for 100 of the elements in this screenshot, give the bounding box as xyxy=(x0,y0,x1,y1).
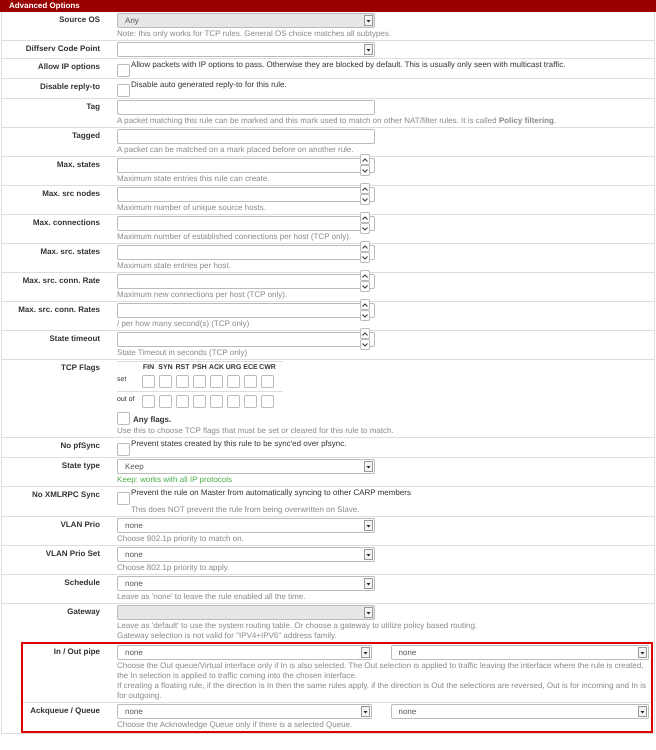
help-text: Choose the Acknowledge Queue only if there is a selected Queue. xyxy=(117,720,354,730)
checkbox-label: Prevent states created by this rule to be sync'ed over pfsync. xyxy=(131,439,346,449)
help-text: State Timeout in seconds (TCP only) xyxy=(117,348,248,358)
chevron-up-icon xyxy=(362,332,368,336)
decrement-button[interactable] xyxy=(360,252,370,263)
field-label: Allow IP options xyxy=(38,62,100,73)
dropdown[interactable]: none xyxy=(117,645,372,660)
field-label: Max. src nodes xyxy=(42,189,100,200)
caret-icon xyxy=(364,607,373,618)
increment-button[interactable] xyxy=(360,328,370,339)
checkbox[interactable] xyxy=(159,375,172,388)
caret-icon xyxy=(360,647,370,658)
decrement-button[interactable] xyxy=(360,194,370,205)
decrement-button[interactable] xyxy=(360,223,370,234)
field-label: Disable reply-to xyxy=(40,82,100,93)
help-text: / per how many second(s) (TCP only) xyxy=(117,319,250,329)
field-label: Tag xyxy=(86,102,100,113)
checkbox-label: Disable auto generated reply-to for this rule. xyxy=(131,80,287,90)
increment-button[interactable] xyxy=(360,183,370,194)
help-text: Choose 802.1p priority to apply. xyxy=(117,563,230,573)
checkbox[interactable] xyxy=(142,375,155,388)
checkbox[interactable] xyxy=(117,84,130,97)
field-label: Schedule xyxy=(64,578,100,589)
checkbox[interactable] xyxy=(261,395,274,408)
number-field[interactable] xyxy=(117,158,375,173)
chevron-down-icon xyxy=(362,314,368,318)
field-label: In / Out pipe xyxy=(54,647,100,658)
decrement-button[interactable] xyxy=(360,310,370,321)
checkbox[interactable] xyxy=(142,395,155,408)
caret-icon xyxy=(364,461,373,472)
checkbox[interactable] xyxy=(227,375,240,388)
dropdown[interactable]: none xyxy=(390,645,649,660)
increment-button[interactable] xyxy=(360,270,370,281)
number-field[interactable] xyxy=(117,245,375,260)
text-field[interactable] xyxy=(117,129,375,144)
chevron-down-icon xyxy=(362,226,368,230)
checkbox[interactable] xyxy=(193,375,206,388)
field-label: Tagged xyxy=(72,131,100,142)
field-label: State type xyxy=(62,461,100,472)
dropdown[interactable] xyxy=(117,42,375,57)
checkbox[interactable] xyxy=(193,395,206,408)
checkbox[interactable] xyxy=(227,395,240,408)
decrement-button[interactable] xyxy=(360,281,370,292)
any-flags-label: Any flags. xyxy=(133,415,172,425)
section-title: Advanced Options xyxy=(9,2,80,10)
field-label: No pfSync xyxy=(60,441,100,452)
checkbox-label: Prevent the rule on Master from automatically syncing to other CARP members xyxy=(131,488,411,498)
checkbox[interactable] xyxy=(176,375,189,388)
decrement-button[interactable] xyxy=(360,339,370,350)
number-field[interactable] xyxy=(117,332,375,347)
dropdown[interactable]: none xyxy=(117,576,375,591)
checkbox[interactable] xyxy=(210,375,223,388)
checkbox[interactable] xyxy=(117,64,130,77)
checkbox[interactable] xyxy=(159,395,172,408)
number-field[interactable] xyxy=(117,274,375,289)
increment-button[interactable] xyxy=(360,241,370,252)
chevron-down-icon xyxy=(362,256,368,260)
field-label: No XMLRPC Sync xyxy=(32,490,100,501)
checkbox[interactable] xyxy=(117,412,130,425)
increment-button[interactable] xyxy=(360,212,370,223)
help-text: Leave as 'none' to leave the rule enabled all the time. xyxy=(117,592,307,602)
field-label: Source OS xyxy=(59,15,100,26)
caret-icon xyxy=(364,549,373,560)
field-label: VLAN Prio xyxy=(60,520,100,531)
help-text: Keep: works with all IP protocols xyxy=(117,475,234,485)
chevron-up-icon xyxy=(362,302,368,306)
number-field[interactable] xyxy=(117,216,375,231)
checkbox[interactable] xyxy=(210,395,223,408)
help-text: This does NOT prevent the rule from being overwritten on Slave. xyxy=(131,505,360,515)
checkbox[interactable] xyxy=(261,375,274,388)
field-label: VLAN Prio Set xyxy=(46,549,100,560)
help-text: Maximum number of unique source hosts. xyxy=(117,203,267,213)
number-field[interactable] xyxy=(117,187,375,202)
help-text: Maximum state entries per host. xyxy=(117,261,232,271)
checkbox[interactable] xyxy=(117,492,130,505)
help-text: Gateway selection is not valid for "IPV4+IPV6" address family. xyxy=(117,631,338,641)
checkbox[interactable] xyxy=(117,443,130,456)
caret-icon xyxy=(360,706,370,717)
increment-button[interactable] xyxy=(360,299,370,310)
caret-icon xyxy=(364,578,373,589)
dropdown[interactable]: none xyxy=(117,547,375,562)
help-text: A packet matching this rule can be marked and this mark used to match on other NAT/filter rules. It is called Policy filtering. xyxy=(117,116,558,126)
checkbox[interactable] xyxy=(244,375,257,388)
decrement-button[interactable] xyxy=(360,165,370,176)
increment-button[interactable] xyxy=(360,154,370,165)
dropdown[interactable]: Keep xyxy=(117,459,375,474)
dropdown[interactable]: none xyxy=(390,704,649,719)
caret-icon xyxy=(364,44,373,55)
caret-icon xyxy=(364,15,373,26)
checkbox[interactable] xyxy=(176,395,189,408)
number-field[interactable] xyxy=(117,303,375,318)
text-field[interactable] xyxy=(117,100,375,115)
field-label: Max. states xyxy=(56,160,100,171)
checkbox[interactable] xyxy=(244,395,257,408)
chevron-up-icon xyxy=(362,158,368,162)
dropdown[interactable]: none xyxy=(117,704,372,719)
dropdown[interactable]: none xyxy=(117,518,375,533)
field-label: State timeout xyxy=(49,334,100,345)
chevron-up-icon xyxy=(362,274,368,278)
field-label: Max. src. conn. Rate xyxy=(22,276,100,287)
